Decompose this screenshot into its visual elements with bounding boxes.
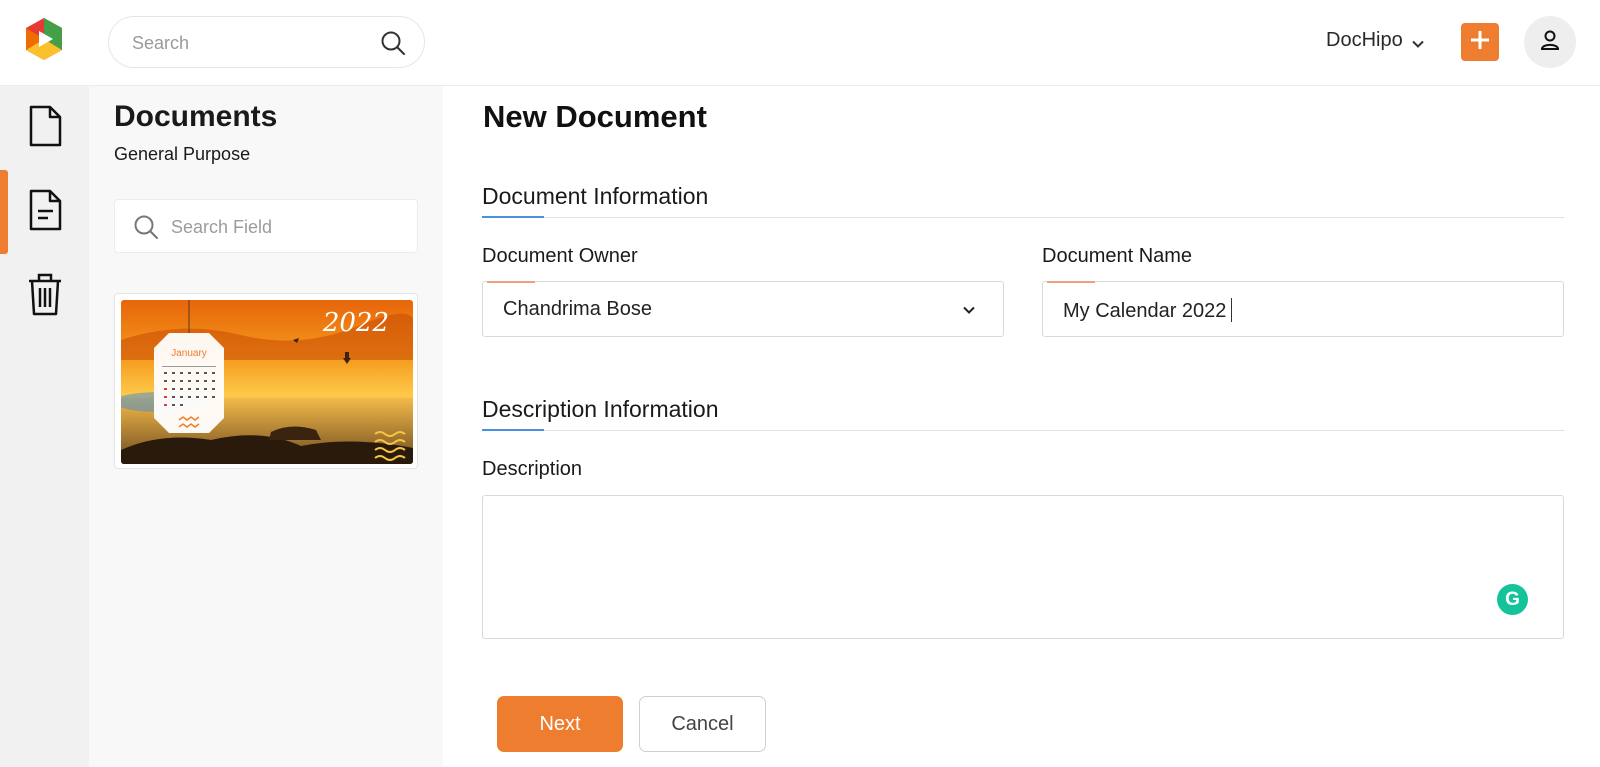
plus-icon xyxy=(1469,29,1491,56)
rail-item-documents[interactable] xyxy=(0,86,89,170)
thumbnail-year: 2022 xyxy=(322,308,389,338)
section-title-document-information: Document Information xyxy=(482,183,709,209)
dochipo-logo[interactable] xyxy=(22,16,66,62)
document-name-value: My Calendar 2022 xyxy=(1063,300,1227,322)
section-divider xyxy=(482,216,1564,218)
template-thumbnail[interactable]: January 2022 xyxy=(114,293,418,469)
document-icon xyxy=(27,105,63,152)
document-name-input[interactable]: My Calendar 2022 xyxy=(1042,281,1564,337)
document-owner-value: Chandrima Bose xyxy=(503,298,652,320)
cancel-button[interactable]: Cancel xyxy=(639,696,766,752)
add-button[interactable] xyxy=(1461,23,1499,61)
field-search-placeholder: Search Field xyxy=(171,217,273,237)
chevron-down-icon xyxy=(961,302,977,318)
rail-item-forms[interactable] xyxy=(0,170,89,254)
calendar-thumbnail-image: January 2022 xyxy=(121,300,413,464)
workspace-name: DocHipo xyxy=(1326,29,1403,51)
panel-title: Documents xyxy=(114,100,278,133)
document-name-label: Document Name xyxy=(1042,245,1193,267)
section-divider xyxy=(482,429,1564,431)
text-cursor xyxy=(1231,298,1233,322)
workspace-switcher[interactable]: DocHipo xyxy=(1326,29,1425,52)
document-name-value-wrap: My Calendar 2022 xyxy=(1063,298,1233,323)
document-lines-icon xyxy=(27,189,63,236)
section-title-description-information: Description Information xyxy=(482,396,719,422)
rail-item-trash[interactable] xyxy=(0,254,89,338)
trash-icon xyxy=(27,272,63,321)
thumbnail-month: January xyxy=(171,348,207,359)
search-placeholder: Search xyxy=(132,33,190,53)
description-label: Description xyxy=(482,458,583,480)
search-icon[interactable] xyxy=(379,29,407,57)
document-owner-label: Document Owner xyxy=(482,245,638,267)
page-title: New Document xyxy=(483,99,707,134)
chevron-down-icon xyxy=(1411,34,1425,48)
document-owner-select[interactable]: Chandrima Bose xyxy=(482,281,1004,337)
description-textarea[interactable]: G xyxy=(482,495,1564,639)
search-icon xyxy=(132,213,160,241)
documents-panel: Documents General Purpose Search Field J… xyxy=(89,86,443,767)
field-search-input[interactable]: Search Field xyxy=(114,199,418,253)
global-search-input[interactable]: Search xyxy=(108,16,425,68)
grammarly-icon[interactable]: G xyxy=(1497,584,1528,615)
user-avatar[interactable] xyxy=(1524,16,1576,68)
next-button[interactable]: Next xyxy=(497,696,623,752)
new-document-form: New Document Document Information Docume… xyxy=(443,86,1600,767)
top-bar: Search DocHipo xyxy=(0,0,1600,86)
panel-subtitle: General Purpose xyxy=(114,144,251,164)
icon-rail xyxy=(0,86,89,767)
user-icon xyxy=(1539,29,1561,56)
